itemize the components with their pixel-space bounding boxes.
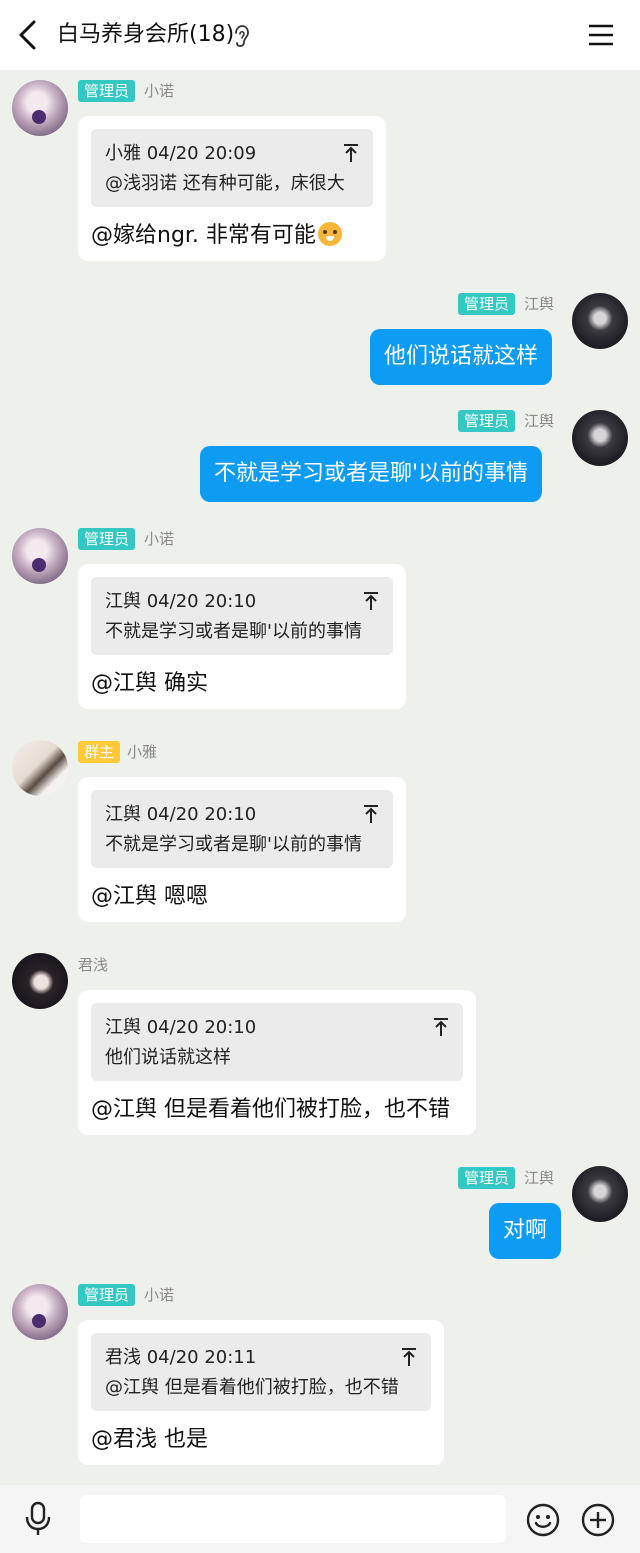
sender-name: 江舆 [524,412,555,430]
sender-name: 江舆 [524,1169,555,1187]
quote-text: @江舆 但是看着他们被打脸，也不错 [105,1377,399,1398]
sender-name: 小诺 [144,82,175,100]
role-tag-admin: 管理员 [458,410,516,432]
quoted-message[interactable]: 江舆 04/20 20:10 他们说话就这样 [91,1003,463,1081]
avatar-xiaoya[interactable] [12,740,68,796]
message-bubble[interactable]: 君浅 04/20 20:11 @江舆 但是看着他们被打脸，也不错 @君浅 也是 [78,1320,444,1465]
menu-icon[interactable] [586,20,616,50]
ear-icon[interactable] [232,24,250,48]
role-tag-admin: 管理员 [78,80,136,102]
quoted-message[interactable]: 君浅 04/20 20:11 @江舆 但是看着他们被打脸，也不错 [91,1333,431,1411]
message-bubble-outgoing[interactable]: 他们说话就这样 [370,329,553,385]
jump-to-top-icon[interactable] [363,591,379,611]
message-text: @君浅 也是 [91,1427,208,1452]
message-text: @江舆 嗯嗯 [91,884,208,909]
quoted-message[interactable]: 小雅 04/20 20:09 @浅羽诺 还有种可能，床很大 [91,129,373,207]
sender-name: 小诺 [144,1286,175,1304]
sender-name: 江舆 [524,295,555,313]
avatar-jiangyu[interactable] [572,410,628,466]
quote-header: 君浅 04/20 20:11 [105,1347,257,1368]
jump-to-top-icon[interactable] [363,804,379,824]
quote-header: 江舆 04/20 20:10 [105,591,257,612]
group-title[interactable]: 白马养身会所(18) [57,20,234,50]
message-bubble-outgoing[interactable]: 对啊 [489,1203,562,1259]
message-bubble[interactable]: 江舆 04/20 20:10 他们说话就这样 @江舆 但是看着他们被打脸，也不错 [78,990,476,1135]
avatar-xiaonuo[interactable] [12,1284,68,1340]
sender-name: 君浅 [78,956,109,974]
role-tag-admin: 管理员 [78,1284,136,1306]
role-tag-owner: 群主 [78,741,121,763]
message-text: @嫁给ngr. 非常有可能 [91,223,316,248]
message-text: @江舆 但是看着他们被打脸，也不错 [91,1097,450,1122]
role-tag-admin: 管理员 [78,528,136,550]
sender-name: 小雅 [127,743,158,761]
message-text: @江舆 确实 [91,671,208,696]
quoted-message[interactable]: 江舆 04/20 20:10 不就是学习或者是聊'以前的事情 [91,577,393,655]
quoted-message[interactable]: 江舆 04/20 20:10 不就是学习或者是聊'以前的事情 [91,790,393,868]
avatar-jiangyu[interactable] [572,293,628,349]
chat-header: 白马养身会所(18) [0,0,640,70]
role-tag-admin: 管理员 [458,1167,516,1189]
microphone-icon[interactable] [22,1501,54,1537]
message-bubble[interactable]: 江舆 04/20 20:10 不就是学习或者是聊'以前的事情 @江舆 确实 [78,564,406,709]
quote-header: 江舆 04/20 20:10 [105,804,257,825]
emoji-icon[interactable] [526,1503,560,1537]
quote-text: 不就是学习或者是聊'以前的事情 [105,621,362,642]
quote-header: 小雅 04/20 20:09 [105,143,257,164]
jump-to-top-icon[interactable] [401,1347,417,1367]
message-bubble[interactable]: 江舆 04/20 20:10 不就是学习或者是聊'以前的事情 @江舆 嗯嗯 [78,777,406,922]
sender-name: 小诺 [144,530,175,548]
quote-text: 不就是学习或者是聊'以前的事情 [105,834,362,855]
jump-to-top-icon[interactable] [433,1017,449,1037]
quote-header: 江舆 04/20 20:10 [105,1017,257,1038]
input-bar [0,1485,640,1553]
quote-text: 他们说话就这样 [105,1047,231,1068]
role-tag-admin: 管理员 [458,293,516,315]
quote-text: @浅羽诺 还有种可能，床很大 [105,173,345,194]
message-list[interactable]: 管理员 小诺 小雅 04/20 20:09 @浅羽诺 还有种可能，床很大 @嫁给… [0,70,640,1485]
avatar-xiaonuo[interactable] [12,528,68,584]
avatar-xiaonuo[interactable] [12,80,68,136]
message-bubble-outgoing[interactable]: 不就是学习或者是聊'以前的事情 [200,446,543,502]
avatar-junqian[interactable] [12,953,68,1009]
back-arrow-icon[interactable] [14,18,44,52]
message-bubble[interactable]: 小雅 04/20 20:09 @浅羽诺 还有种可能，床很大 @嫁给ngr. 非常… [78,116,386,261]
plus-icon[interactable] [581,1503,615,1537]
doge-emoji-icon [317,222,342,246]
jump-to-top-icon[interactable] [343,143,359,163]
avatar-jiangyu[interactable] [572,1166,628,1222]
message-input[interactable] [80,1495,506,1543]
